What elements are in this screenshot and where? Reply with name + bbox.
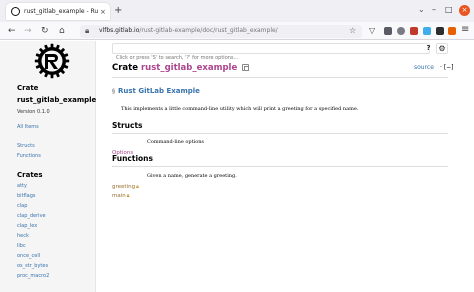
url-text[interactable]: vlfbs.gitlab.io/rust-gitlab-example/doc/…: [99, 27, 278, 34]
extension-orange-icon[interactable]: [448, 27, 456, 35]
sidebar-crate-link[interactable]: bitflags: [17, 193, 36, 199]
crate-version: Version 0.1.0: [17, 109, 50, 115]
divider: [112, 77, 448, 78]
crate-name-link[interactable]: rust_gitlab_example: [141, 63, 237, 73]
function-description: Given a name, generate a greeting.: [147, 173, 237, 179]
sidebar-item-structs[interactable]: Structs: [17, 143, 35, 149]
functions-section-heading[interactable]: Functions: [112, 154, 153, 163]
forward-arrow-icon[interactable]: →: [24, 25, 32, 37]
sidebar-item-functions[interactable]: Functions: [17, 153, 41, 159]
page-title: Crate rust_gitlab_example: [112, 63, 250, 73]
lock-icon: 🔒︎: [136, 184, 139, 190]
sidebar: Crate rust_gitlab_example Version 0.1.0 …: [0, 41, 96, 292]
sidebar-crates-heading: Crates: [17, 171, 43, 179]
browser-nav-bar: ← → ↻ ⌂ 🔒︎ vlfbs.gitlab.io/rust-gitlab-e…: [0, 22, 474, 40]
browser-tab-strip: rust_gitlab_example - Rust × + ⌄ – □ ×: [0, 0, 474, 22]
window-minimize-button[interactable]: –: [432, 5, 436, 15]
divider: [112, 166, 448, 167]
sidebar-crate-link[interactable]: atty: [17, 183, 27, 189]
extension-blue-icon[interactable]: [423, 27, 431, 35]
account-icon[interactable]: [397, 27, 405, 35]
tab-title: rust_gitlab_example - Rust: [24, 8, 98, 15]
collapse-all-toggle[interactable]: · [−]: [440, 64, 454, 71]
doc-heading: § Rust GitLab Example: [112, 87, 200, 95]
function-row: main🔒︎: [112, 182, 129, 199]
secure-lock-icon: 🔒︎: [85, 26, 90, 35]
tab-list-icon[interactable]: ⌄: [418, 5, 425, 14]
page-title-prefix: Crate: [112, 63, 141, 73]
hamburger-menu-icon[interactable]: ≡: [461, 24, 469, 35]
pocket-icon[interactable]: ▽: [369, 25, 375, 37]
new-tab-button[interactable]: +: [114, 5, 122, 17]
sidebar-crate-link[interactable]: clap_lex: [17, 223, 37, 229]
sidebar-crate-link[interactable]: clap: [17, 203, 27, 209]
url-path: /rust-gitlab-example/doc/rust_gitlab_exa…: [139, 27, 278, 34]
divider: [112, 133, 448, 134]
search-input[interactable]: [113, 53, 429, 63]
settings-button[interactable]: ⚙: [436, 43, 448, 54]
sidebar-crate-link[interactable]: clap_derive: [17, 213, 46, 219]
tab-close-icon[interactable]: ×: [100, 8, 106, 16]
reload-icon[interactable]: ↻: [41, 25, 49, 37]
sidebar-crate-link[interactable]: libc: [17, 243, 26, 249]
function-row: greeting🔒︎ Given a name, generate a gree…: [112, 173, 237, 190]
doc-heading-text: Rust GitLab Example: [118, 87, 200, 95]
sidebar-crate-title[interactable]: Crate rust_gitlab_example: [17, 82, 96, 106]
extension-dark-icon[interactable]: [436, 27, 444, 35]
window-close-button[interactable]: ×: [459, 5, 470, 16]
url-host: vlfbs.gitlab.io: [99, 27, 140, 34]
function-link-main[interactable]: main: [112, 193, 126, 199]
main-content: ? ⚙ Crate rust_gitlab_example source · […: [96, 41, 474, 292]
sidebar-crate-link[interactable]: heck: [17, 233, 29, 239]
help-button[interactable]: ?: [424, 44, 433, 53]
rust-logo-icon[interactable]: [34, 43, 70, 79]
url-bar[interactable]: 🔒︎ vlfbs.gitlab.io/rust-gitlab-example/d…: [80, 25, 362, 38]
sidebar-crate-link[interactable]: proc_macro2: [17, 273, 49, 279]
rust-favicon-icon: [11, 7, 20, 16]
struct-row: Options Command-line options: [112, 139, 204, 156]
search-box[interactable]: [112, 43, 430, 63]
crate-description: This implements a little command-line ut…: [121, 106, 359, 112]
anchor-icon[interactable]: §: [112, 88, 115, 95]
ublock-icon[interactable]: [410, 27, 418, 35]
sidebar-crate-link[interactable]: os_str_bytes: [17, 263, 48, 269]
sidebar-all-items-link[interactable]: All Items: [17, 124, 39, 130]
source-link[interactable]: source: [414, 64, 434, 71]
extension-icon[interactable]: [384, 27, 392, 35]
window-maximize-button[interactable]: □: [445, 5, 453, 15]
structs-section-heading[interactable]: Structs: [112, 121, 143, 130]
lock-icon: 🔒︎: [126, 193, 130, 199]
struct-description: Command-line options: [147, 139, 204, 145]
bookmark-star-icon[interactable]: ☆: [349, 26, 356, 35]
sidebar-crate-link[interactable]: once_cell: [17, 253, 40, 259]
back-arrow-icon[interactable]: ←: [8, 25, 16, 37]
copy-path-icon[interactable]: [242, 64, 250, 71]
home-icon[interactable]: ⌂: [59, 25, 65, 37]
browser-tab[interactable]: rust_gitlab_example - Rust ×: [6, 3, 110, 20]
